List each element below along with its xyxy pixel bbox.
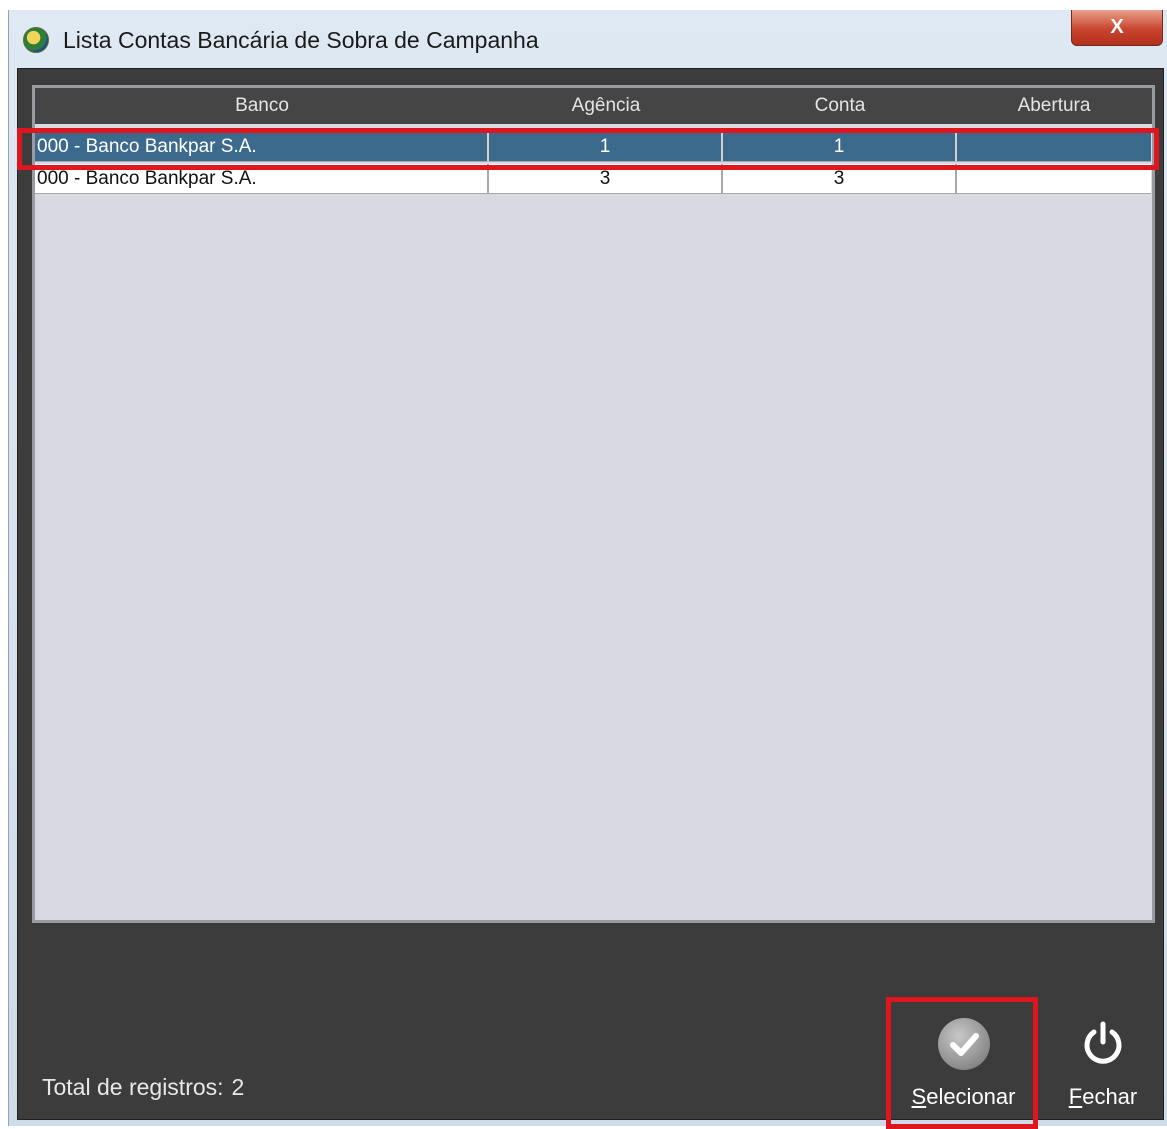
bank-accounts-grid: Banco Agência Conta Abertura 000 - Banco…: [17, 85, 1159, 923]
window-close-button[interactable]: X: [1071, 10, 1163, 46]
close-button-label: Fechar: [1068, 1084, 1138, 1109]
grid-header: Banco Agência Conta Abertura: [35, 88, 1152, 124]
cell-abertura: [957, 132, 1151, 162]
cell-agencia: 3: [489, 164, 723, 194]
dialog-client-area: Banco Agência Conta Abertura 000 - Banco…: [17, 68, 1164, 1129]
cell-abertura: [957, 164, 1151, 194]
cell-conta: 3: [723, 164, 957, 194]
records-total: Total de registros: 2: [42, 1074, 244, 1101]
title-bar[interactable]: Lista Contas Bancária de Sobra de Campan…: [9, 10, 1167, 68]
close-button[interactable]: Fechar: [1048, 1006, 1158, 1110]
select-button-label: Selecionar: [911, 1084, 1016, 1109]
cell-agencia: 1: [489, 132, 723, 162]
records-total-label: Total de registros:: [42, 1074, 224, 1100]
column-header-abertura[interactable]: Abertura: [957, 88, 1151, 124]
check-circle-icon: [937, 1018, 990, 1070]
select-button[interactable]: Selecionar: [896, 1006, 1031, 1110]
table-row[interactable]: 000 - Banco Bankpar S.A. 3 3: [35, 164, 1151, 194]
window-title: Lista Contas Bancária de Sobra de Campan…: [63, 27, 539, 53]
column-header-conta[interactable]: Conta: [723, 88, 957, 124]
app-emblem-icon: [23, 27, 49, 53]
cell-conta: 1: [723, 132, 957, 162]
power-icon: [1077, 1018, 1129, 1070]
table-row-selected[interactable]: 000 - Banco Bankpar S.A. 1 1: [35, 132, 1151, 162]
column-header-banco[interactable]: Banco: [35, 88, 489, 124]
column-header-agencia[interactable]: Agência: [489, 88, 723, 124]
cell-banco: 000 - Banco Bankpar S.A.: [35, 164, 489, 194]
dialog-window: Lista Contas Bancária de Sobra de Campan…: [8, 10, 1167, 1129]
records-total-count: 2: [231, 1074, 245, 1100]
cell-banco: 000 - Banco Bankpar S.A.: [35, 132, 489, 162]
